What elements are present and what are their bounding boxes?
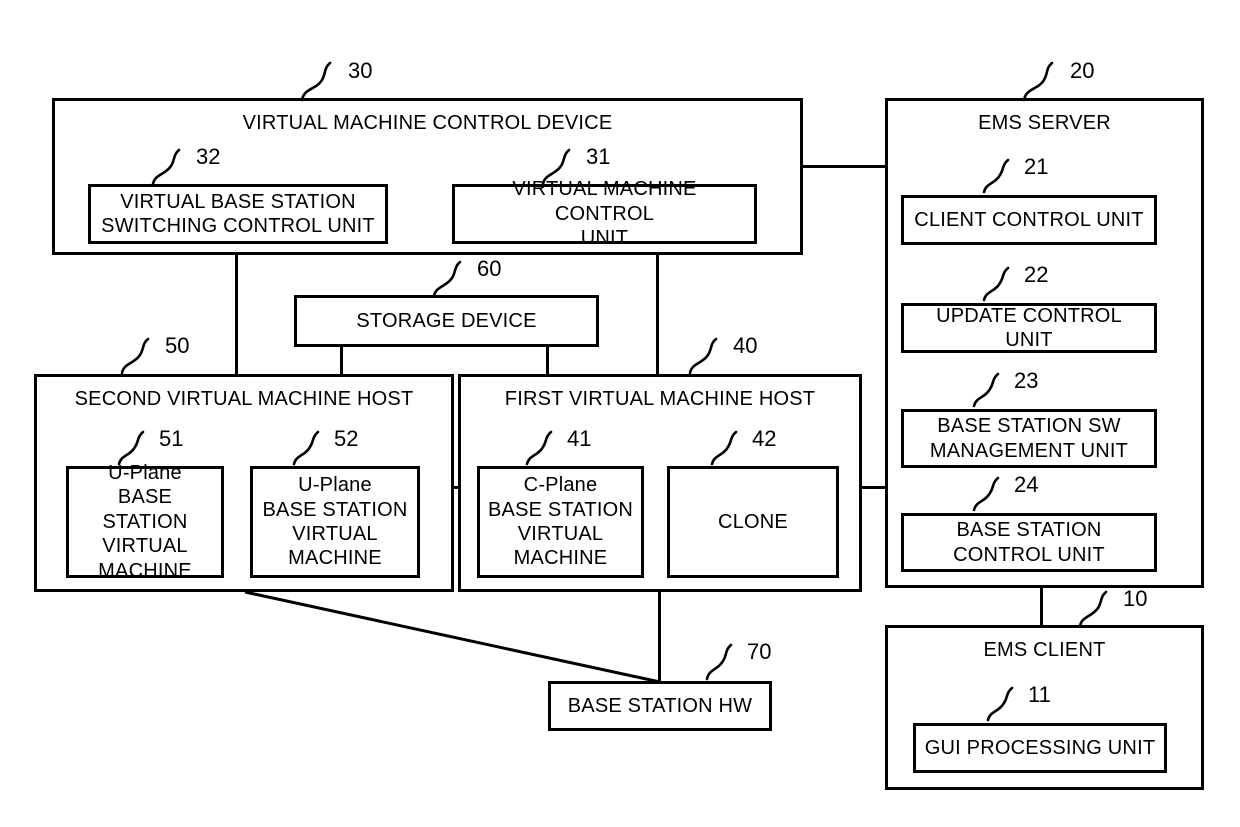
c-plane-base-station-virtual-machine-41-box[interactable]: C-Plane BASE STATION VIRTUAL MACHINE <box>477 466 644 578</box>
ref-number-50: 50 <box>165 333 190 358</box>
clone-42-label: CLONE <box>718 510 788 533</box>
ref-leader-60: 60 <box>432 258 501 298</box>
ref-number-40: 40 <box>733 333 758 358</box>
base-station-hw-box[interactable]: BASE STATION HW <box>548 681 772 731</box>
ref-number-20: 20 <box>1070 58 1095 83</box>
virtual-base-station-switching-control-unit-label: VIRTUAL BASE STATION SWITCHING CONTROL U… <box>101 190 375 237</box>
storage-device-label: STORAGE DEVICE <box>356 309 537 332</box>
virtual-machine-control-unit-label: VIRTUAL MACHINE CONTROL UNIT <box>512 178 697 250</box>
update-control-unit-box[interactable]: UPDATE CONTROL UNIT <box>901 303 1157 353</box>
u-plane-base-station-virtual-machine-52-label: U-Plane BASE STATION VIRTUAL MACHINE <box>262 474 408 570</box>
connector-storage-right-stub <box>546 346 549 376</box>
base-station-hw-label: BASE STATION HW <box>567 694 753 717</box>
virtual-base-station-switching-control-unit-box[interactable]: VIRTUAL BASE STATION SWITCHING CONTROL U… <box>88 184 388 244</box>
ref-leader-70: 70 <box>705 641 771 681</box>
second-virtual-machine-host-label: SECOND VIRTUAL MACHINE HOST <box>74 388 414 410</box>
virtual-machine-control-unit-box[interactable]: VIRTUAL MACHINE CONTROL UNIT <box>452 178 757 249</box>
clone-42-box[interactable]: CLONE <box>667 466 839 578</box>
connector-storage-left-stub <box>340 346 343 376</box>
ref-leader-40: 40 <box>688 335 757 375</box>
connector-vmcd-to-second-host <box>235 254 238 374</box>
ems-server-label: EMS SERVER <box>978 112 1111 134</box>
ems-client-label: EMS CLIENT <box>983 639 1106 661</box>
ref-leader-20: 20 <box>1022 60 1094 102</box>
ref-leader-30: 30 <box>300 60 372 102</box>
base-station-control-unit-box[interactable]: BASE STATION CONTROL UNIT <box>901 513 1157 572</box>
c-plane-base-station-virtual-machine-41-label: C-Plane BASE STATION VIRTUAL MACHINE <box>487 474 634 570</box>
gui-processing-unit-label: GUI PROCESSING UNIT <box>924 736 1156 759</box>
ref-leader-50: 50 <box>120 335 189 375</box>
client-control-unit-box[interactable]: CLIENT CONTROL UNIT <box>901 195 1157 245</box>
base-station-sw-management-unit-label: BASE STATION SW MANAGEMENT UNIT <box>929 415 1129 462</box>
gui-processing-unit-box[interactable]: GUI PROCESSING UNIT <box>913 723 1167 773</box>
storage-device-box[interactable]: STORAGE DEVICE <box>294 295 599 347</box>
client-control-unit-label: CLIENT CONTROL UNIT <box>914 208 1144 231</box>
ref-number-60: 60 <box>477 256 502 281</box>
ref-leader-10: 10 <box>1078 588 1147 628</box>
base-station-control-unit-label: BASE STATION CONTROL UNIT <box>953 519 1105 566</box>
base-station-sw-management-unit-box[interactable]: BASE STATION SW MANAGEMENT UNIT <box>901 409 1157 468</box>
u-plane-base-station-virtual-machine-51-box[interactable]: U-Plane BASE STATION VIRTUAL MACHINE <box>66 462 224 582</box>
virtual-machine-control-device-label: VIRTUAL MACHINE CONTROL DEVICE <box>242 112 613 134</box>
connector-first-host-to-base-station-hw <box>658 590 661 682</box>
connector-vmcd-to-emsserver <box>800 165 888 168</box>
ref-number-10: 10 <box>1123 586 1148 611</box>
update-control-unit-label: UPDATE CONTROL UNIT <box>936 304 1122 351</box>
first-virtual-machine-host-label: FIRST VIRTUAL MACHINE HOST <box>504 388 816 410</box>
u-plane-base-station-virtual-machine-52-box[interactable]: U-Plane BASE STATION VIRTUAL MACHINE <box>250 466 420 578</box>
connector-first-host-to-emsserver <box>860 486 888 489</box>
u-plane-base-station-virtual-machine-51-label: U-Plane BASE STATION VIRTUAL MACHINE <box>98 462 192 582</box>
ref-number-70: 70 <box>747 639 772 664</box>
connector-vmcd-to-first-host <box>656 254 659 374</box>
connector-emsserver-to-emsclient <box>1040 588 1043 625</box>
ref-number-30: 30 <box>348 58 373 83</box>
block-diagram-canvas: VIRTUAL MACHINE CONTROL DEVICE VIRTUAL B… <box>0 0 1240 827</box>
